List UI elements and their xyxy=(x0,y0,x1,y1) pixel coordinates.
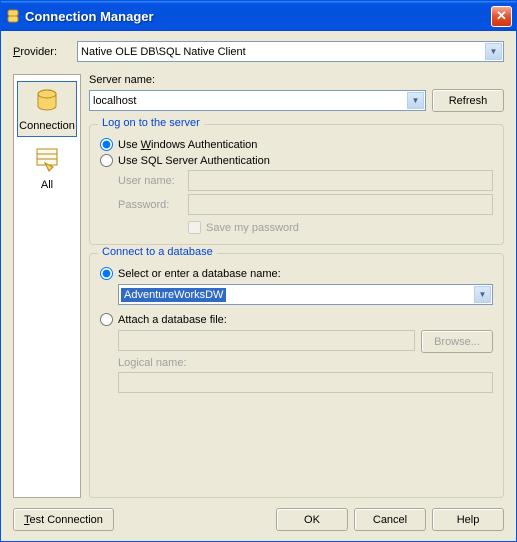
attach-file-input xyxy=(118,330,415,351)
attach-db-radio-row[interactable]: Attach a database file: xyxy=(100,313,493,326)
select-db-label: Select or enter a database name: xyxy=(118,268,281,280)
username-input xyxy=(188,170,493,191)
select-db-radio-row[interactable]: Select or enter a database name: xyxy=(100,267,493,280)
logon-fieldset: Log on to the server Use Windows Authent… xyxy=(89,124,504,245)
attach-db-radio[interactable] xyxy=(100,313,113,326)
content-area: Provider: Native OLE DB\SQL Native Clien… xyxy=(1,31,516,541)
save-password-checkbox xyxy=(188,221,201,234)
sidebar: Connection All xyxy=(13,74,81,498)
main-area: Connection All Server name: localhost ▼ xyxy=(13,74,504,498)
sql-auth-radio-row[interactable]: Use SQL Server Authentication xyxy=(100,154,493,167)
windows-auth-radio[interactable] xyxy=(100,138,113,151)
provider-label: Provider: xyxy=(13,46,57,58)
sql-auth-label: Use SQL Server Authentication xyxy=(118,155,270,167)
titlebar: Connection Manager ✕ xyxy=(1,1,516,31)
server-name-combo[interactable]: localhost ▼ xyxy=(89,90,426,111)
logical-name-label: Logical name: xyxy=(118,357,493,369)
password-label: Password: xyxy=(118,199,188,211)
password-input xyxy=(188,194,493,215)
windows-auth-radio-row[interactable]: Use Windows Authentication xyxy=(100,138,493,151)
app-icon xyxy=(5,8,21,24)
chevron-down-icon: ▼ xyxy=(485,43,502,60)
chevron-down-icon: ▼ xyxy=(474,286,491,303)
sql-auth-radio[interactable] xyxy=(100,154,113,167)
test-connection-button[interactable]: Test Connection xyxy=(13,508,114,531)
provider-row: Provider: Native OLE DB\SQL Native Clien… xyxy=(13,41,504,62)
save-password-label: Save my password xyxy=(206,222,299,234)
username-label: User name: xyxy=(118,175,188,187)
chevron-down-icon: ▼ xyxy=(407,92,424,109)
logical-name-input xyxy=(118,372,493,393)
database-legend: Connect to a database xyxy=(98,246,217,258)
server-name-value: localhost xyxy=(93,95,136,107)
window-title: Connection Manager xyxy=(25,9,491,24)
properties-icon xyxy=(31,145,63,177)
sidebar-item-connection[interactable]: Connection xyxy=(17,81,77,137)
close-button[interactable]: ✕ xyxy=(491,6,512,27)
refresh-button[interactable]: Refresh xyxy=(432,89,504,112)
right-panel: Server name: localhost ▼ Refresh Log on … xyxy=(89,74,504,498)
browse-button: Browse... xyxy=(421,330,493,353)
connection-manager-window: Connection Manager ✕ Provider: Native OL… xyxy=(0,0,517,542)
windows-auth-label: Use Windows Authentication xyxy=(118,139,257,151)
help-button[interactable]: Help xyxy=(432,508,504,531)
ok-button[interactable]: OK xyxy=(276,508,348,531)
sidebar-item-label: All xyxy=(41,179,53,191)
sidebar-item-label: Connection xyxy=(19,120,75,132)
cancel-button[interactable]: Cancel xyxy=(354,508,426,531)
attach-db-label: Attach a database file: xyxy=(118,314,227,326)
database-icon xyxy=(31,86,63,118)
logon-legend: Log on to the server xyxy=(98,117,204,129)
provider-dropdown[interactable]: Native OLE DB\SQL Native Client ▼ xyxy=(77,41,504,62)
sidebar-item-all[interactable]: All xyxy=(17,141,77,195)
database-name-value: AdventureWorksDW xyxy=(121,288,226,302)
database-name-combo[interactable]: AdventureWorksDW ▼ xyxy=(118,284,493,305)
select-db-radio[interactable] xyxy=(100,267,113,280)
server-name-label: Server name: xyxy=(89,74,504,86)
provider-value: Native OLE DB\SQL Native Client xyxy=(81,46,246,58)
database-fieldset: Connect to a database Select or enter a … xyxy=(89,253,504,498)
footer: Test Connection OK Cancel Help xyxy=(13,498,504,541)
